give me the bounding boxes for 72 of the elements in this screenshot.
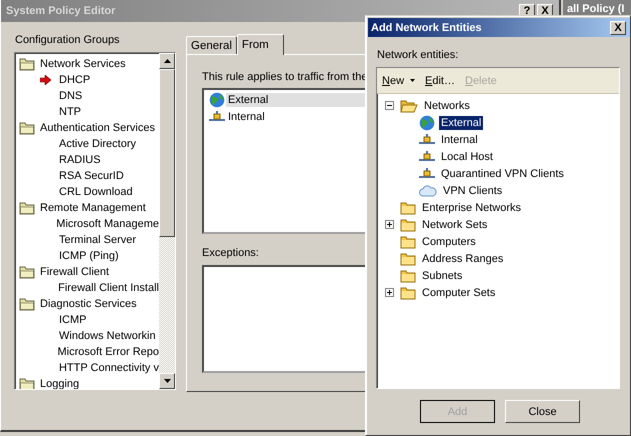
tree-item[interactable]: Network Sets: [420, 218, 490, 232]
tree-item[interactable]: Windows Networkin: [59, 329, 156, 343]
tree-item[interactable]: ICMP (Ping): [59, 249, 119, 263]
folder-icon: [19, 57, 35, 71]
tree-item[interactable]: Microsoft Error Repo: [58, 345, 159, 359]
tree-item[interactable]: CRL Download: [59, 185, 133, 199]
folder-icon: [19, 201, 35, 215]
globe-icon: [209, 92, 225, 108]
list-item[interactable]: Internal: [226, 110, 267, 124]
dropdown-button[interactable]: New: [380, 74, 418, 86]
network-icon: [419, 168, 435, 180]
tree-item[interactable]: External: [439, 116, 484, 130]
tree-item[interactable]: NTP: [59, 105, 81, 119]
folder-icon: [400, 286, 416, 300]
tree-item[interactable]: RADIUS: [59, 153, 101, 167]
tree-item[interactable]: Firewall Client Install: [58, 281, 159, 295]
tree-item[interactable]: Computer Sets: [420, 286, 498, 300]
tree-item[interactable]: DHCP: [59, 73, 90, 87]
tree-item[interactable]: Remote Management: [40, 201, 146, 215]
tree-item[interactable]: VPN Clients: [441, 184, 504, 198]
tree-item[interactable]: DNS: [59, 89, 82, 103]
section-label: Configuration Groups: [14, 33, 121, 48]
window-title: System Policy Editor: [6, 5, 116, 17]
network-icon: [209, 110, 225, 122]
tree-item[interactable]: HTTP Connectivity v: [58, 361, 159, 375]
tree-item[interactable]: Logging: [40, 377, 80, 389]
tree-item[interactable]: Quarantined VPN Clients: [439, 166, 566, 180]
dialog-title: Add Network Entities: [371, 22, 482, 34]
tree-item[interactable]: ICMP: [59, 313, 86, 327]
tab[interactable]: General: [186, 36, 237, 54]
tab[interactable]: From: [236, 34, 284, 55]
tree-item[interactable]: Microsoft Manageme: [56, 217, 159, 231]
tree-item[interactable]: Local Host: [439, 150, 495, 164]
toolbar-button[interactable]: Edit…: [423, 74, 457, 86]
section-label: Network entities:: [376, 48, 460, 63]
tree-item[interactable]: Diagnostic Services: [40, 297, 137, 311]
scroll-thumb[interactable]: [159, 69, 175, 237]
triangle-up-icon: [164, 59, 170, 63]
cloud-icon: [419, 184, 437, 197]
tree-item[interactable]: Enterprise Networks: [420, 200, 524, 214]
folder-icon: [400, 98, 418, 112]
tree-item[interactable]: Firewall Client: [40, 265, 110, 279]
scrollbar[interactable]: [159, 53, 175, 389]
tree-item[interactable]: Computers: [420, 234, 478, 248]
caret-icon: [410, 79, 416, 82]
folder-icon: [19, 121, 35, 135]
tree-item[interactable]: Address Ranges: [420, 252, 506, 266]
tree-item[interactable]: Network Services: [40, 57, 126, 71]
caption-x-button[interactable]: X: [610, 20, 626, 34]
folder-icon: [400, 218, 416, 232]
network-icon: [419, 134, 435, 146]
scroll-up-button[interactable]: [159, 53, 175, 69]
triangle-down-icon: [164, 379, 170, 383]
globe-icon: [419, 114, 435, 130]
folder-icon: [400, 252, 416, 266]
tree-item[interactable]: Terminal Server: [59, 233, 136, 247]
tree-item[interactable]: RSA SecurID: [59, 169, 124, 183]
folder-icon: [400, 234, 416, 248]
tree-item[interactable]: Authentication Services: [40, 121, 155, 135]
dialog-button[interactable]: Close: [505, 400, 580, 423]
tree-item[interactable]: Subnets: [420, 268, 464, 282]
folder-icon: [19, 297, 35, 311]
folder-icon: [400, 268, 416, 282]
tree-item[interactable]: Internal: [439, 132, 480, 146]
tree-item[interactable]: Active Directory: [59, 137, 136, 151]
folder-icon: [19, 377, 35, 389]
scroll-down-button[interactable]: [159, 373, 175, 389]
network-icon: [419, 150, 435, 162]
window-title: all Policy (I: [567, 3, 624, 15]
section-label: Exceptions:: [202, 246, 259, 260]
folder-icon: [19, 265, 35, 279]
folder-icon: [400, 200, 416, 214]
